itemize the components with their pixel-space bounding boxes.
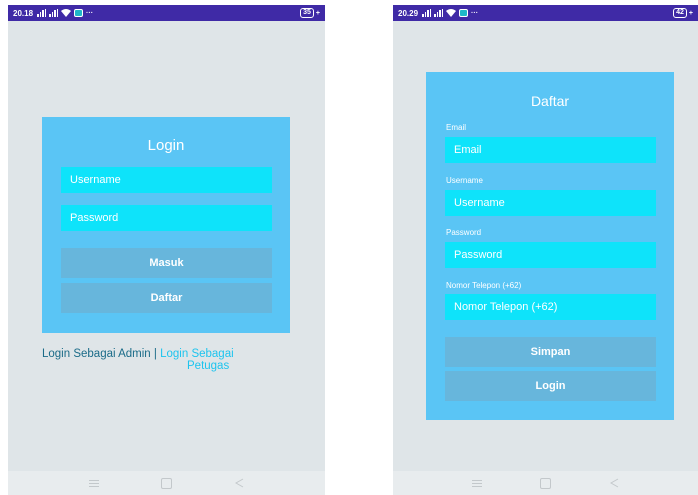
login-admin-link[interactable]: Login Sebagai Admin bbox=[42, 348, 151, 360]
login-petugas-link[interactable]: Login Sebagai bbox=[160, 348, 234, 360]
username-placeholder: Username bbox=[454, 197, 505, 209]
simpan-button[interactable]: Simpan bbox=[445, 337, 656, 367]
username-label: Username bbox=[446, 176, 483, 185]
phone-input[interactable]: Nomor Telepon (+62) bbox=[445, 294, 656, 320]
status-bar: 20.29 ··· 42 + bbox=[393, 5, 698, 21]
status-time: 20.29 bbox=[398, 8, 419, 18]
password-placeholder: Password bbox=[70, 212, 119, 224]
simpan-label: Simpan bbox=[530, 346, 571, 358]
link-separator: | bbox=[153, 348, 157, 360]
username-placeholder: Username bbox=[70, 174, 121, 186]
back-icon[interactable] bbox=[609, 478, 619, 488]
daftar-button[interactable]: Daftar bbox=[61, 283, 272, 313]
battery-icon: 35 bbox=[300, 8, 314, 18]
masuk-button[interactable]: Masuk bbox=[61, 248, 272, 278]
username-input[interactable]: Username bbox=[61, 167, 272, 193]
page-title: Daftar bbox=[530, 93, 570, 109]
navigation-bar bbox=[393, 471, 698, 495]
password-input[interactable]: Password bbox=[61, 205, 272, 231]
signal-icon bbox=[422, 9, 432, 17]
email-label: Email bbox=[446, 123, 467, 132]
register-screen: 20.29 ··· 42 + Daftar Email Email Userna… bbox=[393, 5, 698, 495]
password-input[interactable]: Password bbox=[445, 242, 656, 268]
notification-icon bbox=[459, 9, 469, 17]
signal-icon bbox=[434, 9, 444, 17]
masuk-label: Masuk bbox=[149, 257, 184, 269]
charging-icon: + bbox=[315, 9, 320, 17]
phone-placeholder: Nomor Telepon (+62) bbox=[454, 301, 558, 313]
email-input[interactable]: Email bbox=[445, 137, 656, 163]
daftar-label: Daftar bbox=[150, 292, 183, 304]
login-label: Login bbox=[535, 380, 566, 392]
login-screen: 20.18 ··· 35 + Login Username Password M… bbox=[8, 5, 325, 495]
status-time: 20.18 bbox=[13, 8, 34, 18]
menu-icon[interactable] bbox=[472, 479, 483, 487]
wifi-icon bbox=[446, 9, 457, 17]
status-bar: 20.18 ··· 35 + bbox=[8, 5, 325, 21]
login-petugas-link-line2[interactable]: Petugas bbox=[42, 360, 302, 372]
register-card: Daftar Email Email Username Username Pas… bbox=[426, 72, 674, 420]
username-input[interactable]: Username bbox=[445, 190, 656, 216]
home-icon[interactable] bbox=[161, 477, 173, 489]
home-icon[interactable] bbox=[540, 477, 552, 489]
back-icon[interactable] bbox=[234, 478, 244, 488]
password-placeholder: Password bbox=[454, 249, 503, 261]
login-links: Login Sebagai Admin | Login Sebagai Petu… bbox=[42, 348, 302, 372]
navigation-bar bbox=[8, 471, 325, 495]
page-title: Login bbox=[147, 137, 185, 154]
signal-icon bbox=[49, 9, 59, 17]
more-icon: ··· bbox=[86, 9, 94, 17]
password-label: Password bbox=[446, 228, 482, 237]
wifi-icon bbox=[61, 9, 72, 17]
menu-icon[interactable] bbox=[89, 479, 100, 487]
notification-icon bbox=[74, 9, 84, 17]
login-button[interactable]: Login bbox=[445, 371, 656, 401]
phone-label: Nomor Telepon (+62) bbox=[446, 281, 522, 290]
login-card: Login Username Password Masuk Daftar bbox=[42, 117, 290, 333]
email-placeholder: Email bbox=[454, 144, 482, 156]
battery-icon: 42 bbox=[673, 8, 687, 18]
charging-icon: + bbox=[688, 9, 693, 17]
more-icon: ··· bbox=[471, 9, 479, 17]
signal-icon bbox=[37, 9, 47, 17]
